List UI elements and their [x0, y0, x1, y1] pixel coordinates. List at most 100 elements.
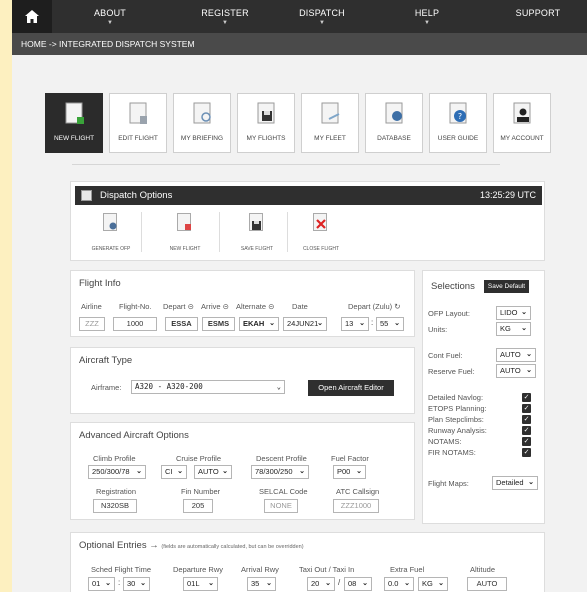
chevron-down-icon: ⌄	[404, 580, 410, 587]
depart-minute-select[interactable]: 55 ⌄	[376, 317, 404, 331]
tile-edit-flight[interactable]: EDIT FLIGHT	[109, 93, 167, 153]
climb-profile-select[interactable]: 250/300/78 ⌄	[88, 465, 146, 479]
chevron-down-icon: ⌄	[208, 580, 214, 587]
optional-entries-panel: Optional Entries → (fields are automatic…	[70, 532, 545, 592]
selcal-field[interactable]: NONE	[264, 499, 298, 513]
tile-my-briefing[interactable]: MY BRIEFING	[173, 93, 231, 153]
reserve-fuel-label: Reserve Fuel:	[428, 367, 475, 376]
arrive-field[interactable]: ESMS	[202, 317, 235, 331]
new-flight-button[interactable]: NEW FLIGHT	[159, 209, 211, 255]
nav-about[interactable]: ABOUT ▼	[80, 0, 140, 33]
nav-help[interactable]: HELP ▼	[402, 0, 452, 33]
alternate-select[interactable]: EKAH ⌄	[239, 317, 279, 331]
altitude-label: Altitude	[470, 565, 496, 574]
svg-text:?: ?	[458, 112, 462, 121]
depart-hour-select[interactable]: 13 ⌄	[341, 317, 369, 331]
tile-my-flights[interactable]: MY FLIGHTS	[237, 93, 295, 153]
save-disk-icon	[249, 213, 263, 231]
cont-fuel-select[interactable]: AUTO ⌄	[496, 348, 536, 362]
save-flight-button[interactable]: SAVE FLIGHT	[231, 209, 283, 255]
airline-field[interactable]: ZZZ	[79, 317, 105, 331]
close-flight-button[interactable]: CLOSE FLIGHT	[295, 209, 347, 255]
flight-info-panel: Flight Info Airline Flight-No. Depart ⊝ …	[70, 270, 415, 337]
date-label: Date	[292, 302, 308, 311]
nav-support[interactable]: SUPPORT	[507, 0, 569, 33]
ofp-layout-label: OFP Layout:	[428, 309, 470, 318]
etops-label: ETOPS Planning:	[428, 404, 487, 413]
edit-flight-icon	[129, 102, 147, 124]
dispatch-options-panel: Dispatch Options 13:25:29 UTC GENERATE O…	[70, 181, 545, 261]
units-select[interactable]: KG ⌄	[496, 322, 531, 336]
sched-hour-select[interactable]: 01 ⌄	[88, 577, 115, 591]
stepclimbs-checkbox[interactable]: ✓	[522, 415, 531, 424]
extra-fuel-select[interactable]: 0.0 ⌄	[384, 577, 414, 591]
airframe-select[interactable]: A320 - A320-200 ⌄	[131, 380, 285, 394]
registration-field[interactable]: N320SB	[93, 499, 137, 513]
reserve-fuel-select[interactable]: AUTO ⌄	[496, 364, 536, 378]
chevron-down-icon: ⌄	[269, 320, 275, 327]
date-select[interactable]: 24JUN21 ⌄	[283, 317, 327, 331]
notams-checkbox[interactable]: ✓	[522, 437, 531, 446]
divider	[72, 164, 500, 165]
tile-database[interactable]: DATABASE	[365, 93, 423, 153]
cruise-level-select[interactable]: AUTO ⌄	[194, 465, 232, 479]
detailed-navlog-checkbox[interactable]: ✓	[522, 393, 531, 402]
save-default-button[interactable]: Save Default	[484, 280, 529, 293]
altitude-field[interactable]: AUTO	[467, 577, 507, 591]
tile-my-account[interactable]: MY ACCOUNT	[493, 93, 551, 153]
registration-label: Registration	[96, 487, 137, 496]
tile-new-flight[interactable]: NEW FLIGHT	[45, 93, 103, 153]
flight-no-field[interactable]: 1000	[113, 317, 157, 331]
save-disk-icon	[257, 102, 275, 124]
nav-register[interactable]: REGISTER ▼	[190, 0, 260, 33]
cruise-mode-select[interactable]: CI ⌄	[161, 465, 187, 479]
briefing-icon	[193, 102, 211, 124]
detailed-navlog-label: Detailed Navlog:	[428, 393, 484, 402]
panel-icon	[81, 190, 92, 201]
help-icon: ?	[449, 102, 467, 124]
etops-checkbox[interactable]: ✓	[522, 404, 531, 413]
caret-down-icon: ▼	[222, 20, 228, 26]
taxi-out-select[interactable]: 20 ⌄	[307, 577, 335, 591]
chevron-down-icon: ⌄	[276, 383, 281, 391]
alternate-label: Alternate ⊝	[236, 302, 275, 311]
chevron-down-icon: ⌄	[140, 580, 146, 587]
arrival-runway-select[interactable]: 35 ⌄	[247, 577, 276, 591]
fin-number-field[interactable]: 205	[183, 499, 213, 513]
ofp-layout-select[interactable]: LIDO ⌄	[496, 306, 531, 320]
close-icon	[313, 213, 327, 231]
chevron-down-icon: ⌄	[177, 468, 183, 475]
fir-notams-checkbox[interactable]: ✓	[522, 448, 531, 457]
sched-minute-select[interactable]: 30 ⌄	[123, 577, 150, 591]
chevron-down-icon: ⌄	[317, 320, 323, 327]
open-aircraft-editor-button[interactable]: Open Aircraft Editor	[308, 380, 394, 396]
sched-time-label: Sched Flight Time	[91, 565, 152, 574]
generate-ofp-button[interactable]: GENERATE OFP	[85, 209, 137, 255]
tile-user-guide[interactable]: ? USER GUIDE	[429, 93, 487, 153]
advanced-title: Advanced Aircraft Options	[79, 430, 189, 441]
climb-label: Climb Profile	[93, 454, 136, 463]
caret-down-icon: ▼	[319, 20, 325, 26]
fuel-factor-select[interactable]: P00 ⌄	[333, 465, 366, 479]
time-colon: :	[118, 578, 121, 587]
selections-title: Selections	[431, 281, 475, 292]
taxi-in-select[interactable]: 08 ⌄	[344, 577, 372, 591]
chevron-down-icon: ⌄	[362, 580, 368, 587]
dispatch-options-header: Dispatch Options 13:25:29 UTC	[75, 186, 542, 205]
descent-profile-select[interactable]: 78/300/250 ⌄	[251, 465, 309, 479]
tile-my-fleet[interactable]: MY FLEET	[301, 93, 359, 153]
runway-analysis-checkbox[interactable]: ✓	[522, 426, 531, 435]
dispatch-options-title: Dispatch Options	[100, 190, 173, 201]
database-icon	[385, 102, 403, 124]
nav-dispatch[interactable]: DISPATCH ▼	[292, 0, 352, 33]
fuel-unit-select[interactable]: KG ⌄	[418, 577, 448, 591]
departure-runway-select[interactable]: 01L ⌄	[183, 577, 218, 591]
caret-down-icon: ▼	[424, 20, 430, 26]
home-button[interactable]	[12, 0, 52, 33]
depart-field[interactable]: ESSA	[165, 317, 198, 331]
stepclimbs-label: Plan Stepclimbs:	[428, 415, 484, 424]
separator	[219, 212, 220, 252]
flight-maps-select[interactable]: Detailed ⌄	[492, 476, 538, 490]
atc-callsign-field[interactable]: ZZZ1000	[333, 499, 379, 513]
new-flight-icon	[65, 102, 84, 124]
